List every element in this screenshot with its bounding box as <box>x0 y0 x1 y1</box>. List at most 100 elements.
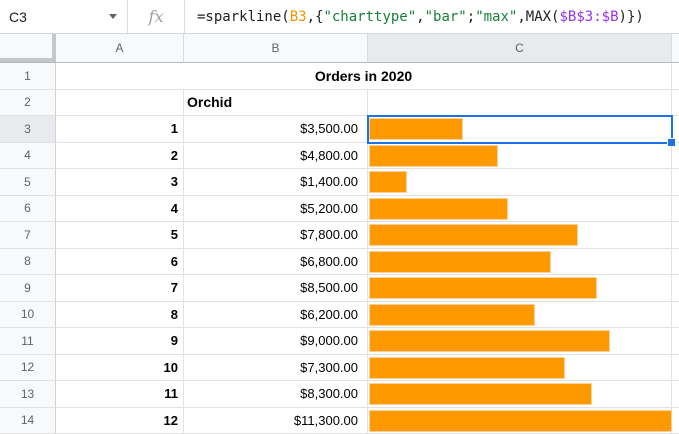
sheet-row-1: 1 Orders in 2020 <box>0 63 679 90</box>
formula-bar: C3 fx =sparkline(B3 ,{"charttype", "bar"; "… <box>0 0 679 34</box>
cell-b[interactable]: $8,300.00 <box>184 381 368 408</box>
cell-a[interactable]: 11 <box>56 381 184 408</box>
fx-icon: fx <box>148 7 164 26</box>
cell-c-sparkline[interactable] <box>368 407 672 434</box>
sheet-row: 14 12 $11,300.00 <box>0 407 679 434</box>
cell-d-sliver[interactable] <box>672 381 679 408</box>
cell-b[interactable]: $3,500.00 <box>184 116 368 143</box>
cell-c-sparkline[interactable] <box>368 222 672 249</box>
sparkline-bar <box>369 303 536 326</box>
row-header[interactable]: 5 <box>0 169 56 196</box>
row-header[interactable]: 6 <box>0 195 56 222</box>
cell-a[interactable]: 7 <box>56 275 184 302</box>
cell-c-sparkline[interactable] <box>368 354 672 381</box>
merged-title-cell[interactable]: Orders in 2020 <box>56 63 672 90</box>
cell-a[interactable]: 9 <box>56 328 184 355</box>
cell-a[interactable]: 4 <box>56 195 184 222</box>
column-header-sliver[interactable] <box>672 34 679 63</box>
row-header[interactable]: 12 <box>0 354 56 381</box>
cell-b[interactable]: $9,000.00 <box>184 328 368 355</box>
cell-c-sparkline[interactable] <box>368 195 672 222</box>
sheet-row: 3 1 $3,500.00 <box>0 116 679 143</box>
cell-a[interactable]: 5 <box>56 222 184 249</box>
cell-b-orchid[interactable]: Orchid <box>184 89 368 116</box>
cell-a[interactable]: 12 <box>56 407 184 434</box>
cell-d-sliver[interactable] <box>672 407 679 434</box>
cell-d-sliver[interactable] <box>672 169 679 196</box>
row-header[interactable]: 3 <box>0 116 56 143</box>
cell-b[interactable]: $7,800.00 <box>184 222 368 249</box>
select-all-corner[interactable] <box>0 34 56 63</box>
column-header-c[interactable]: C <box>368 34 672 63</box>
cell-d-sliver[interactable] <box>672 195 679 222</box>
sheet-row: 9 7 $8,500.00 <box>0 275 679 302</box>
cell-d-sliver[interactable] <box>672 142 679 169</box>
cell-b[interactable]: $1,400.00 <box>184 169 368 196</box>
cell-a[interactable]: 6 <box>56 248 184 275</box>
grid-body: 1 Orders in 2020 2 Orchid 3 1 $3,500.00 … <box>0 63 679 434</box>
cell-b[interactable]: $8,500.00 <box>184 275 368 302</box>
cell-c-sparkline[interactable] <box>368 301 672 328</box>
row-header[interactable]: 13 <box>0 381 56 408</box>
formula-token: =sparkline( <box>197 8 290 25</box>
cell-a[interactable]: 3 <box>56 169 184 196</box>
column-header-row: A B C <box>0 34 679 63</box>
cell-d-sliver[interactable] <box>672 275 679 302</box>
name-box-dropdown-icon[interactable] <box>109 14 117 19</box>
row-header[interactable]: 10 <box>0 301 56 328</box>
cell-d-sliver[interactable] <box>672 354 679 381</box>
row-header[interactable]: 4 <box>0 142 56 169</box>
sparkline-bar <box>369 171 407 193</box>
row-header[interactable]: 14 <box>0 407 56 434</box>
cell-d-sliver[interactable] <box>672 222 679 249</box>
cell-c-sparkline[interactable] <box>368 248 672 275</box>
cell-a[interactable] <box>56 89 184 116</box>
cell-a[interactable]: 8 <box>56 301 184 328</box>
cell-c-sparkline[interactable] <box>368 275 672 302</box>
cell-d-sliver[interactable] <box>672 248 679 275</box>
sheet-row: 13 11 $8,300.00 <box>0 381 679 408</box>
cell-d-sliver[interactable] <box>672 301 679 328</box>
cell-d-sliver[interactable] <box>672 328 679 355</box>
row-header[interactable]: 9 <box>0 275 56 302</box>
sparkline-bar <box>369 356 565 379</box>
cell-c[interactable] <box>368 89 672 116</box>
cell-b[interactable]: $7,300.00 <box>184 354 368 381</box>
cell-b[interactable]: $11,300.00 <box>184 407 368 434</box>
cell-d-sliver[interactable] <box>672 89 679 116</box>
cell-c-sparkline[interactable] <box>368 169 672 196</box>
spreadsheet-app: C3 fx =sparkline(B3 ,{"charttype", "bar"; "… <box>0 0 679 434</box>
formula-token: ,{ <box>306 8 324 25</box>
sparkline-bar <box>369 250 552 273</box>
row-header[interactable]: 7 <box>0 222 56 249</box>
formula-token: $B$3:$B <box>559 8 619 25</box>
row-header[interactable]: 11 <box>0 328 56 355</box>
cell-b[interactable]: $4,800.00 <box>184 142 368 169</box>
cell-b[interactable]: $5,200.00 <box>184 195 368 222</box>
formula-text[interactable]: =sparkline(B3 ,{"charttype", "bar"; "max" ,M… <box>185 0 679 33</box>
sheet-row: 8 6 $6,800.00 <box>0 248 679 275</box>
row-header[interactable]: 2 <box>0 89 56 116</box>
cell-c-sparkline[interactable] <box>368 142 672 169</box>
cell-a[interactable]: 1 <box>56 116 184 143</box>
row-header[interactable]: 8 <box>0 248 56 275</box>
sparkline-bar <box>369 330 611 352</box>
sparkline-bar <box>369 118 463 140</box>
cell-b[interactable]: $6,800.00 <box>184 248 368 275</box>
cell-name-box[interactable]: C3 <box>0 0 127 33</box>
cell-c-sparkline[interactable] <box>368 381 672 408</box>
column-header-b[interactable]: B <box>184 34 368 63</box>
sparkline-bar <box>369 383 592 405</box>
column-header-a[interactable]: A <box>56 34 184 63</box>
cell-c-sparkline[interactable] <box>368 116 672 143</box>
cell-a[interactable]: 10 <box>56 354 184 381</box>
formula-token: , <box>416 8 425 25</box>
cell-a[interactable]: 2 <box>56 142 184 169</box>
fill-handle[interactable] <box>668 139 675 146</box>
sheet-row: 12 10 $7,300.00 <box>0 354 679 381</box>
cell-d-sliver[interactable] <box>672 63 679 90</box>
sheet-row-2: 2 Orchid <box>0 89 679 116</box>
cell-b[interactable]: $6,200.00 <box>184 301 368 328</box>
cell-c-sparkline[interactable] <box>368 328 672 355</box>
row-header[interactable]: 1 <box>0 63 56 90</box>
